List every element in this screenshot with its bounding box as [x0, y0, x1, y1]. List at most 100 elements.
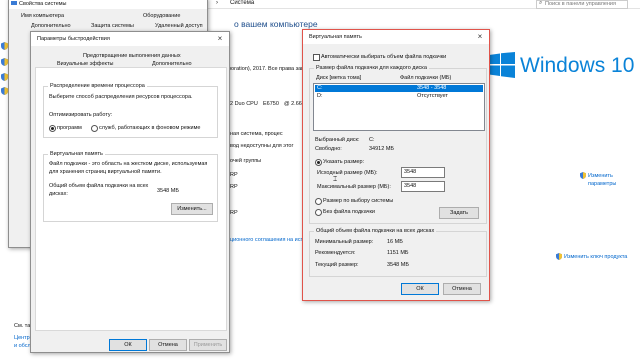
- computer-name-value: RP: [230, 172, 238, 178]
- cancel-button[interactable]: Отмена: [443, 283, 481, 295]
- list-item[interactable]: D: Отсутствует: [315, 93, 483, 100]
- free-space-label: Свободно:: [315, 146, 342, 152]
- current-size-value: 3548 МБ: [387, 262, 409, 268]
- disk-list[interactable]: C: 3548 - 3548 D: Отсутствует: [313, 83, 485, 131]
- change-product-key-link[interactable]: Изменить ключ продукта: [564, 254, 627, 260]
- current-size-label: Текущий размер:: [315, 262, 359, 268]
- mouse-cursor-icon: ⌶: [333, 176, 338, 183]
- dialog-title: Свойства системы: [19, 1, 67, 7]
- disk-paging-size: Отсутствует: [417, 93, 448, 99]
- tab-advanced[interactable]: Дополнительно: [31, 23, 71, 29]
- programs-radio[interactable]: [49, 125, 56, 132]
- close-icon[interactable]: ×: [214, 34, 226, 44]
- title-bar: Свойства системы: [9, 0, 207, 9]
- column-header-file: Файл подкачки (МБ): [400, 75, 452, 81]
- close-icon[interactable]: ×: [474, 32, 486, 42]
- search-input[interactable]: Поиск в панели управления: [545, 1, 616, 7]
- shield-icon: [580, 172, 586, 179]
- cpu-text: 2 Duo CPU: [230, 101, 258, 107]
- max-size-input[interactable]: 3548: [401, 181, 445, 192]
- recommended-label: Рекомендуется:: [315, 250, 356, 256]
- custom-size-radio[interactable]: [315, 159, 322, 166]
- ok-button[interactable]: ОК: [109, 339, 147, 351]
- back-chevron-icon[interactable]: ›: [216, 0, 218, 6]
- cpu-model: E6750: [263, 101, 279, 107]
- computer-icon: [11, 1, 17, 5]
- programs-radio-label[interactable]: программ: [57, 125, 82, 131]
- auto-manage-label[interactable]: Автоматически выбирать объем файла подка…: [321, 54, 446, 60]
- no-paging-radio[interactable]: [315, 209, 322, 216]
- tab-dep[interactable]: Предотвращение выполнения данных: [83, 53, 181, 59]
- tab-computer-name[interactable]: Имя компьютера: [21, 13, 64, 19]
- change-settings-link[interactable]: Изменить параметры: [588, 172, 624, 188]
- cpu-description: Выберите способ распределения ресурсов п…: [49, 94, 193, 100]
- disk-letter: D:: [317, 93, 323, 99]
- license-link[interactable]: ционного соглашения на исп: [230, 237, 303, 243]
- address-bar: › Система Поиск в панели управления ⌕: [200, 0, 640, 9]
- min-size-value: 16 МБ: [387, 239, 403, 245]
- pen-input-text: вод недоступны для этог: [230, 143, 294, 149]
- services-radio-label[interactable]: служб, работающих в фоновом режиме: [99, 125, 200, 131]
- windows-logo-icon: [489, 52, 515, 78]
- cancel-button[interactable]: Отмена: [149, 339, 187, 351]
- dialog-title: Параметры быстродействия: [37, 36, 110, 42]
- title-bar: Виртуальная память ×: [303, 30, 489, 44]
- recommended-value: 1151 МБ: [387, 250, 409, 256]
- shield-icon: [1, 58, 8, 66]
- windows-logo-text: Windows 10: [520, 54, 635, 77]
- vm-description-2: для хранения страниц виртуальной памяти.: [49, 169, 162, 175]
- no-paging-label[interactable]: Без файла подкачки: [323, 209, 375, 215]
- max-size-label: Максимальный размер (МБ):: [317, 184, 391, 190]
- services-radio[interactable]: [91, 125, 98, 132]
- list-item[interactable]: C: 3548 - 3548: [315, 85, 483, 92]
- system-managed-radio[interactable]: [315, 198, 322, 205]
- selected-disk-label: Выбранный диск:: [315, 137, 360, 143]
- apply-button[interactable]: Применить: [189, 339, 227, 351]
- group-label: Общий объем файла подкачки на всех диска…: [314, 228, 437, 234]
- total-paging-value: 3548 МБ: [157, 188, 179, 194]
- shield-icon: [1, 73, 8, 81]
- optimize-label: Оптимизировать работу:: [49, 112, 113, 118]
- shield-icon: [1, 42, 8, 50]
- ok-button[interactable]: ОК: [401, 283, 439, 295]
- auto-manage-checkbox[interactable]: [313, 54, 320, 61]
- search-icon: ⌕: [539, 0, 543, 6]
- dialog-title: Виртуальная память: [309, 34, 362, 40]
- maintenance-link[interactable]: и обсл: [14, 343, 31, 349]
- shield-icon: [1, 87, 8, 95]
- group-label: Размер файла подкачки для каждого диска: [314, 65, 429, 71]
- initial-size-input[interactable]: 3548: [401, 167, 445, 178]
- group-label: Виртуальная память: [48, 151, 105, 157]
- breadcrumb[interactable]: Система: [230, 0, 254, 6]
- tab-system-protection[interactable]: Защита системы: [91, 23, 134, 29]
- disk-letter: C:: [317, 85, 323, 91]
- system-type-text: ная система, процес: [230, 131, 283, 137]
- tab-remote[interactable]: Удаленный доступ: [155, 23, 203, 29]
- total-paging-label-2: дисках:: [49, 191, 68, 197]
- search-box[interactable]: Поиск в панели управления ⌕: [536, 0, 628, 9]
- shield-icon: [556, 253, 562, 260]
- performance-options-dialog: Параметры быстродействия × Предотвращени…: [30, 31, 230, 353]
- custom-size-label[interactable]: Указать размер:: [323, 159, 364, 165]
- full-name-value: RP: [230, 184, 238, 190]
- tab-strip: Предотвращение выполнения данных Визуаль…: [35, 50, 225, 67]
- column-header-disk: Диск [метка тома]: [316, 75, 362, 81]
- workgroup-value: RP: [230, 210, 238, 216]
- group-label: Распределение времени процессора: [48, 83, 147, 89]
- disk-paging-size: 3548 - 3548: [417, 85, 447, 91]
- total-paging-label-1: Общий объем файла подкачки на всех: [49, 183, 149, 189]
- virtual-memory-dialog: Виртуальная память × Автоматически выбир…: [302, 29, 490, 301]
- min-size-label: Минимальный размер:: [315, 239, 374, 245]
- initial-size-label: Исходный размер (МБ):: [317, 170, 378, 176]
- copyright-text: poration), 2017. Все права защ: [228, 66, 306, 72]
- free-space-value: 34912 МБ: [369, 146, 395, 152]
- workgroup-heading: очей группы: [230, 158, 262, 164]
- title-bar: Параметры быстродействия ×: [31, 32, 229, 46]
- set-button[interactable]: Задать: [439, 207, 479, 219]
- tab-hardware[interactable]: Оборудование: [143, 13, 180, 19]
- change-button[interactable]: Изменить...: [171, 203, 213, 215]
- vm-description-1: Файл подкачки - это область на жестком д…: [49, 161, 208, 167]
- system-managed-label[interactable]: Размер по выбору системы: [323, 198, 393, 204]
- security-center-link[interactable]: Центр: [14, 335, 30, 341]
- page-heading: о вашем компьютере: [234, 19, 318, 29]
